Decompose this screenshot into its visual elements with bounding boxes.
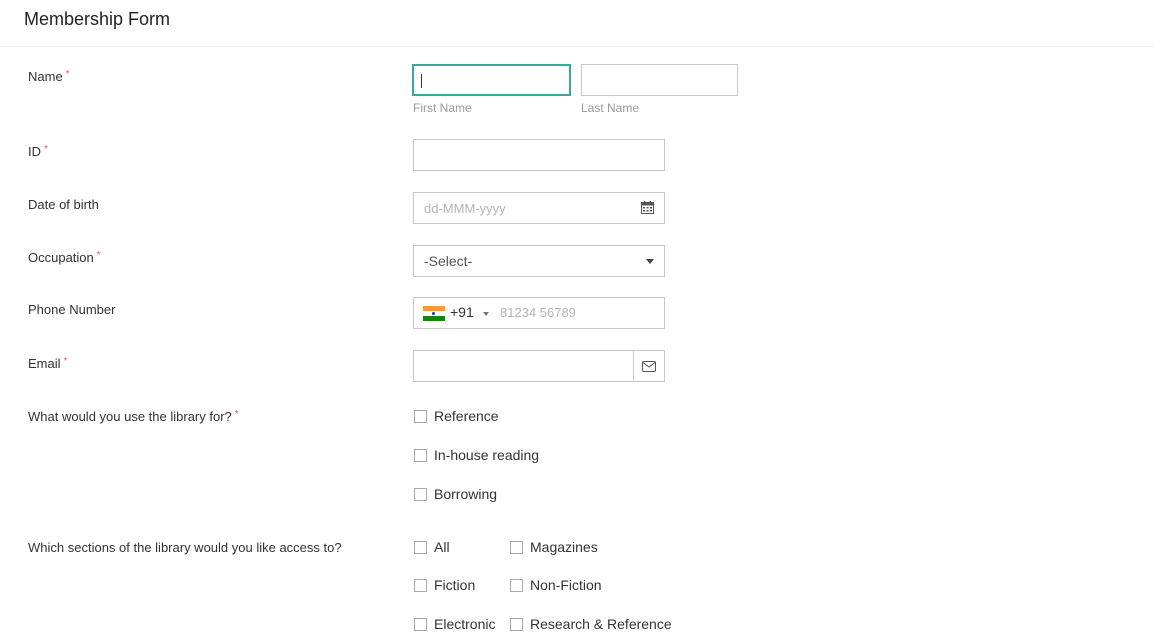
checkbox-label: In-house reading bbox=[434, 447, 540, 463]
first-name-input[interactable] bbox=[412, 64, 571, 96]
checkbox-electronic[interactable]: Electronic bbox=[414, 616, 495, 632]
required-mark: * bbox=[234, 409, 239, 420]
first-name-sublabel: First Name bbox=[413, 101, 472, 115]
email-icon-addon bbox=[633, 351, 664, 381]
checkbox-label: Fiction bbox=[434, 577, 476, 593]
checkbox[interactable] bbox=[510, 578, 523, 592]
email-input[interactable] bbox=[413, 350, 665, 382]
sections-label: Which sections of the library would you … bbox=[28, 540, 342, 555]
checkbox-label: Electronic bbox=[434, 616, 496, 632]
checkbox[interactable] bbox=[414, 617, 427, 631]
phone-input[interactable]: +91 81234 56789 bbox=[413, 297, 665, 329]
text-caret bbox=[421, 74, 422, 88]
checkbox-label: Borrowing bbox=[434, 486, 498, 502]
required-mark: * bbox=[63, 356, 68, 367]
id-input[interactable] bbox=[413, 139, 665, 171]
page-title: Membership Form bbox=[24, 9, 171, 29]
name-label: Name * bbox=[28, 69, 70, 84]
checkbox[interactable] bbox=[414, 487, 427, 501]
checkbox[interactable] bbox=[414, 578, 427, 592]
occupation-selected-value: -Select- bbox=[424, 253, 473, 269]
chevron-down-icon bbox=[646, 259, 654, 264]
dob-placeholder: dd-MMM-yyyy bbox=[424, 201, 506, 216]
country-code[interactable]: +91 bbox=[450, 304, 474, 320]
email-label: Email * bbox=[28, 356, 68, 371]
checkbox[interactable] bbox=[414, 540, 427, 554]
checkbox-magazines[interactable]: Magazines bbox=[510, 539, 598, 555]
checkbox-label: Magazines bbox=[530, 539, 598, 555]
checkbox-all[interactable]: All bbox=[414, 539, 450, 555]
checkbox-research-reference[interactable]: Research & Reference bbox=[510, 616, 672, 632]
checkbox[interactable] bbox=[414, 448, 427, 462]
last-name-sublabel: Last Name bbox=[581, 101, 640, 115]
id-label: ID * bbox=[28, 144, 48, 159]
checkbox[interactable] bbox=[510, 540, 523, 554]
library-use-label: What would you use the library for? * bbox=[28, 409, 239, 424]
occupation-label: Occupation * bbox=[28, 250, 101, 265]
india-flag-icon[interactable] bbox=[423, 306, 445, 321]
form-header: Membership Form bbox=[0, 0, 1154, 47]
checkbox-label: Reference bbox=[434, 408, 499, 424]
dob-label: Date of birth bbox=[28, 197, 99, 212]
checkbox-in-house-reading[interactable]: In-house reading bbox=[414, 447, 539, 463]
occupation-select[interactable]: -Select- bbox=[413, 245, 665, 277]
checkbox-borrowing[interactable]: Borrowing bbox=[414, 486, 497, 502]
required-mark: * bbox=[44, 144, 48, 155]
phone-placeholder: 81234 56789 bbox=[500, 305, 576, 320]
checkbox[interactable] bbox=[414, 409, 427, 423]
checkbox-reference[interactable]: Reference bbox=[414, 408, 499, 424]
checkbox-label: Non-Fiction bbox=[530, 577, 602, 593]
checkbox-non-fiction[interactable]: Non-Fiction bbox=[510, 577, 602, 593]
calendar-icon[interactable] bbox=[641, 201, 654, 214]
envelope-icon bbox=[642, 360, 656, 372]
dob-input[interactable]: dd-MMM-yyyy bbox=[413, 192, 665, 224]
last-name-input[interactable] bbox=[581, 64, 738, 96]
checkbox-label: All bbox=[434, 539, 450, 555]
checkbox[interactable] bbox=[510, 617, 523, 631]
checkbox-label: Research & Reference bbox=[530, 616, 672, 632]
checkbox-fiction[interactable]: Fiction bbox=[414, 577, 475, 593]
country-dropdown-icon[interactable] bbox=[483, 312, 489, 316]
required-mark: * bbox=[65, 69, 70, 80]
required-mark: * bbox=[96, 250, 101, 261]
phone-label: Phone Number bbox=[28, 302, 116, 317]
